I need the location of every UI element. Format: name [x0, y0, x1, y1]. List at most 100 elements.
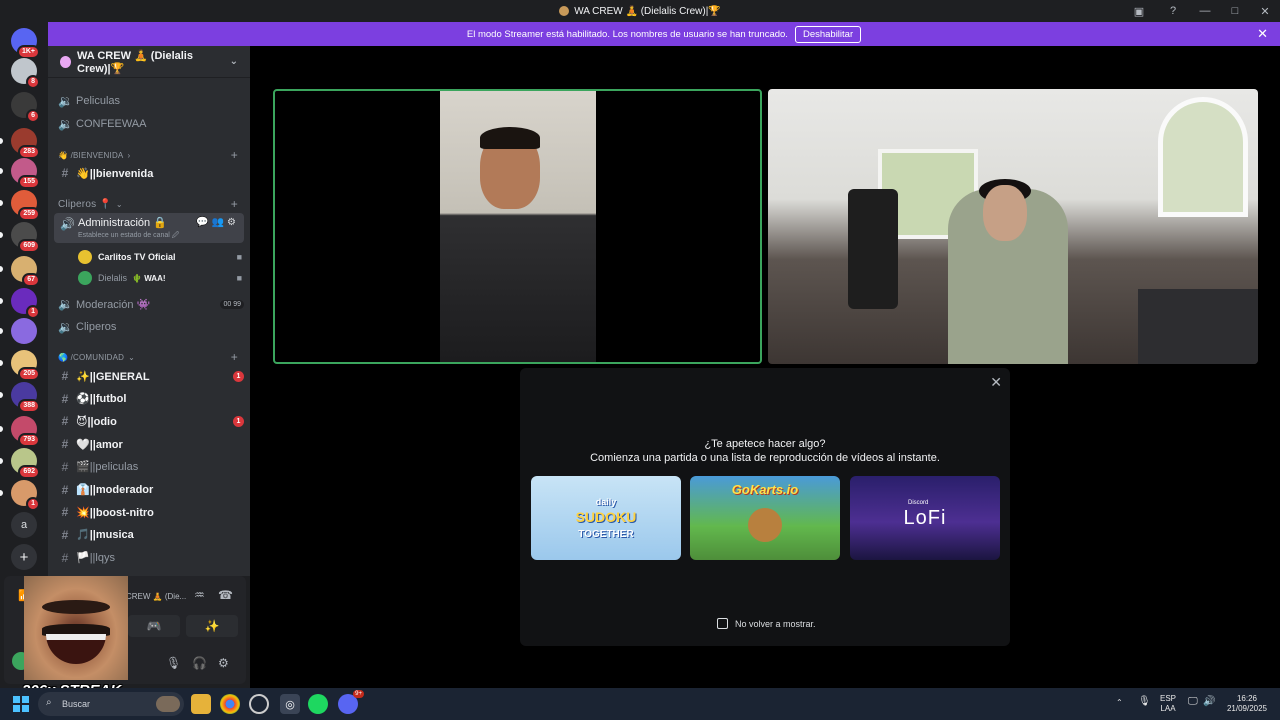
disable-streamer-button[interactable]: Deshabilitar: [794, 25, 862, 43]
lofi-logo: LoFi: [903, 506, 947, 529]
text-channel[interactable]: # ⚽||futbol: [54, 389, 244, 409]
unread-pip: [0, 298, 3, 304]
add-channel-icon[interactable]: +: [231, 148, 238, 162]
server-icon-10[interactable]: [0, 318, 37, 344]
channel-administracion[interactable]: 🔊 Administración 🔒 Establece un estado d…: [54, 213, 244, 243]
discord-window: WA CREW 🧘 (Dielalis Crew)|🏆 ▣ ? — □ ✕ El…: [0, 0, 1280, 720]
text-channel[interactable]: # 🏳️||lqys: [54, 548, 244, 568]
channel-confeewaa[interactable]: 🔉 CONFEEWAA: [54, 114, 244, 134]
chrome-active-icon[interactable]: ◎: [280, 694, 300, 714]
window-controls: ▣ ? — □ ✕: [1122, 0, 1280, 22]
network-icon[interactable]: 🖵: [1188, 697, 1198, 707]
text-channel[interactable]: # 😈||odio 1: [54, 411, 244, 431]
windows-start-icon[interactable]: [13, 696, 29, 712]
server-icon-letter[interactable]: a: [11, 512, 37, 538]
window-title: WA CREW 🧘 (Dielalis Crew)|🏆: [559, 6, 721, 17]
avatar: [78, 250, 92, 264]
soundboard-button[interactable]: ✨: [186, 615, 238, 637]
close-icon[interactable]: ✕: [990, 374, 1002, 391]
inbox-icon[interactable]: ▣: [1122, 0, 1156, 22]
maximize-button[interactable]: □: [1220, 0, 1250, 22]
server-icon-12[interactable]: 388: [0, 382, 40, 413]
activity-button[interactable]: 🎮: [128, 615, 180, 637]
category-comunidad[interactable]: 🌎 /COMUNIDAD ⌄ +: [58, 350, 238, 364]
hash-icon: #: [61, 391, 69, 406]
discord-icon[interactable]: 9+: [338, 690, 364, 714]
mention-badge: 283: [18, 145, 40, 159]
clock[interactable]: 16:26 21/09/2025: [1224, 694, 1270, 714]
server-icon-7[interactable]: 609: [0, 222, 40, 253]
disconnect-icon[interactable]: ☎: [218, 588, 233, 602]
activity-card-lofi[interactable]: Discord LoFi: [850, 476, 1000, 560]
microphone-icon[interactable]: 🎙: [166, 656, 181, 670]
hash-icon: #: [61, 414, 69, 429]
channel-label: Cliperos: [76, 321, 117, 333]
server-icon-8[interactable]: 67: [0, 256, 40, 287]
settings-gear-icon[interactable]: ⚙: [218, 656, 229, 670]
search-label: Buscar: [62, 699, 91, 709]
text-channel[interactable]: # 💥||boost-nitro: [54, 502, 244, 522]
text-channel[interactable]: # 🎵||musica: [54, 525, 244, 545]
minimize-button[interactable]: —: [1190, 0, 1220, 22]
video-tile[interactable]: [768, 89, 1258, 364]
tray-chevron-icon[interactable]: ⌃: [1116, 698, 1123, 708]
text-channel[interactable]: # 🤍||amor: [54, 434, 244, 454]
server-icon-15[interactable]: 1: [0, 480, 40, 511]
channel-label: 👔||moderador: [76, 484, 154, 496]
add-channel-icon[interactable]: +: [231, 197, 238, 211]
file-explorer-icon[interactable]: [191, 694, 211, 714]
channel-clipers[interactable]: 🔉 Cliperos: [54, 317, 244, 337]
category-clipers[interactable]: Cliperos 📍 ⌄ +: [58, 197, 238, 211]
channel-moderacion[interactable]: 🔉 Moderación 👾 00 99: [54, 294, 244, 314]
voice-user[interactable]: Carlitos TV Oficial ■: [78, 247, 242, 267]
add-channel-icon[interactable]: +: [231, 350, 238, 364]
category-bienvenida[interactable]: 👋 /BIENVENIDA › +: [58, 148, 238, 162]
activity-card-sudoku[interactable]: daily SUDOKU TOGETHER: [531, 476, 681, 560]
discord-tag: Discord: [908, 500, 929, 506]
channel-label: 😈||odio: [76, 415, 117, 428]
server-icon-4[interactable]: 283: [0, 128, 40, 159]
server-icon-3[interactable]: 6: [11, 92, 40, 123]
video-tile-speaking[interactable]: [273, 89, 762, 364]
voice-user[interactable]: Dielalis 🌵 WAA! ■: [78, 268, 242, 288]
server-icon-9[interactable]: 1: [0, 288, 40, 319]
close-banner-icon[interactable]: ✕: [1257, 26, 1268, 42]
channel-status[interactable]: Establece un estado de canal 🖉: [78, 231, 179, 242]
unread-pip: [0, 426, 3, 432]
volume-icon[interactable]: 🔊: [1203, 697, 1215, 707]
add-server-icon[interactable]: +: [11, 544, 37, 570]
sudoku-title: SUDOKU: [575, 508, 637, 525]
voice-server-name[interactable]: CREW 🧘 (Die...: [126, 592, 186, 601]
steam-icon[interactable]: [249, 694, 269, 714]
server-icon-6[interactable]: 259: [0, 190, 40, 221]
channel-label: 🎵||musica: [76, 529, 134, 542]
close-window-button[interactable]: ✕: [1250, 0, 1280, 22]
text-channel[interactable]: # ✨||GENERAL 1: [54, 366, 244, 386]
server-icon-11[interactable]: 205: [0, 350, 40, 381]
chrome-icon[interactable]: [220, 694, 240, 714]
server-icon-13[interactable]: 793: [0, 416, 40, 447]
language-indicator[interactable]: ESP LAA: [1160, 694, 1176, 714]
speaker-icon: 🔊: [60, 217, 75, 231]
checkbox-box[interactable]: [717, 618, 728, 629]
help-icon[interactable]: ?: [1156, 0, 1190, 22]
room-arch-window: [1158, 97, 1248, 217]
channel-bienvenida[interactable]: # 👋||bienvenida: [54, 163, 244, 183]
headphones-icon[interactable]: 🎧: [192, 656, 207, 670]
text-channel[interactable]: # 👔||moderador: [54, 480, 244, 500]
text-channel[interactable]: # 🎬||peliculas: [54, 457, 244, 477]
channel-peliculas[interactable]: 🔉 Peliculas: [54, 91, 244, 111]
taskbar-search[interactable]: ⌕ Buscar: [38, 692, 184, 716]
server-icon-2[interactable]: 8: [11, 58, 40, 89]
dont-show-again-checkbox[interactable]: No volver a mostrar.: [717, 618, 816, 629]
noise-suppression-icon[interactable]: ♒: [194, 588, 205, 602]
channel-label: 🤍||amor: [76, 438, 123, 451]
server-header[interactable]: WA CREW 🧘 (Dielalis Crew)|🏆 ⌄: [48, 46, 250, 78]
activity-card-gokarts[interactable]: GoKarts.io: [690, 476, 840, 560]
channel-action-icons[interactable]: 💬👥⚙: [196, 217, 239, 228]
server-icon-5[interactable]: 155: [0, 158, 40, 189]
server-icon-1[interactable]: 1K+: [11, 28, 40, 59]
server-icon-14[interactable]: 692: [0, 448, 40, 479]
spotify-icon[interactable]: [308, 694, 328, 714]
microphone-tray-icon[interactable]: 🎙: [1138, 697, 1151, 707]
